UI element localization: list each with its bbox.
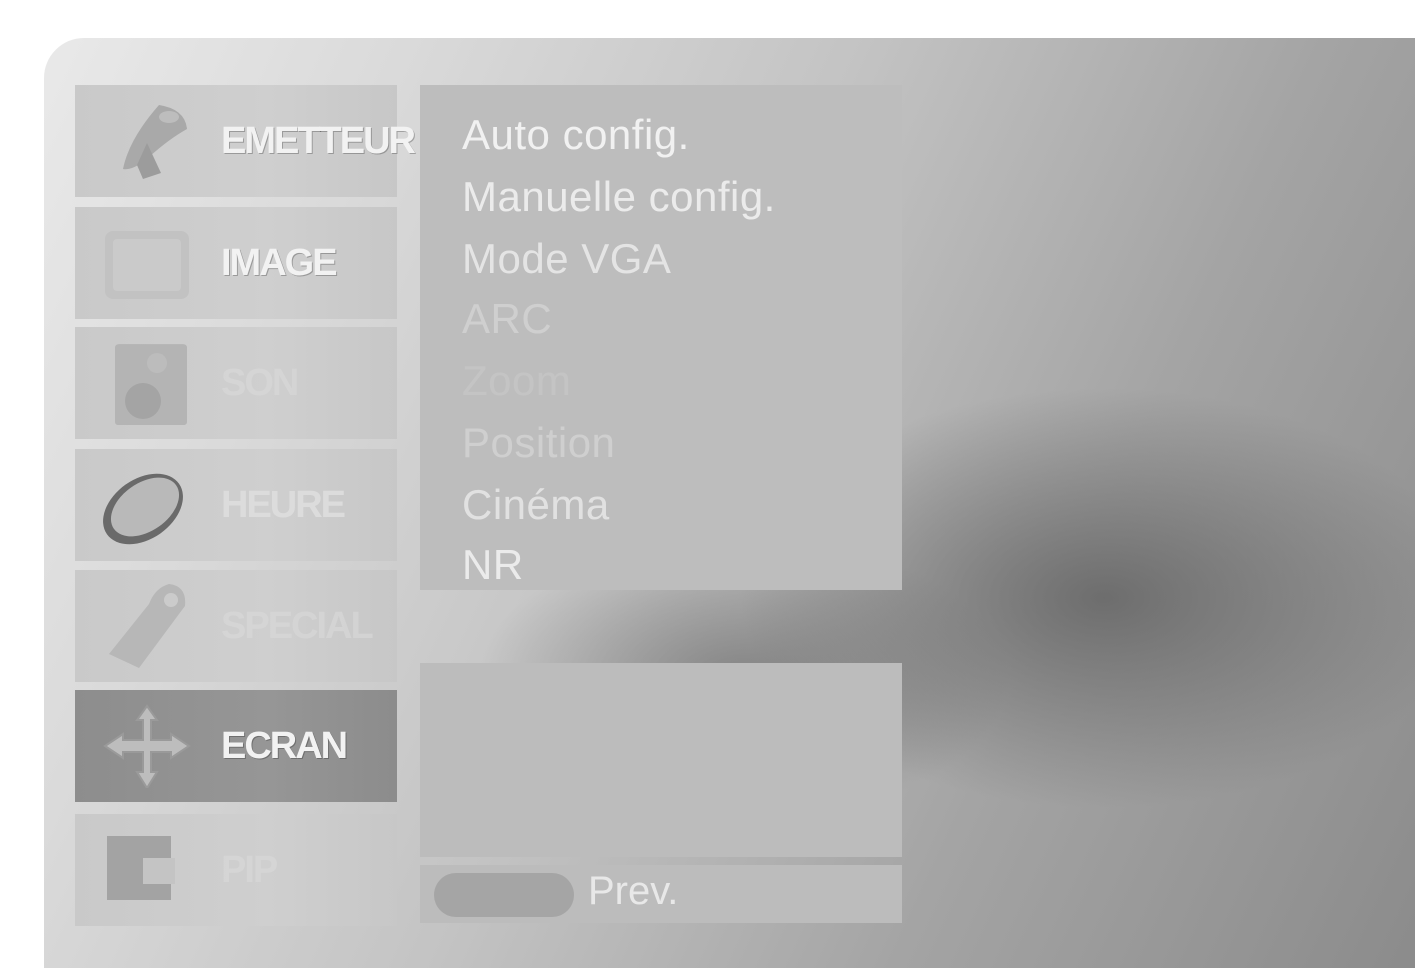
prev-bar[interactable]: Prev. <box>420 865 902 923</box>
clock-icon <box>103 473 183 545</box>
category-label: SPECIAL <box>221 605 374 647</box>
info-panel <box>420 663 902 857</box>
category-label: HEURE <box>221 484 346 526</box>
category-label: ECRAN <box>221 725 348 767</box>
prev-button-icon <box>434 873 574 917</box>
menu-item-cinema[interactable]: Cinéma <box>462 481 610 529</box>
category-son[interactable]: SON <box>75 327 397 439</box>
menu-panel: Auto config. Manuelle config. Mode VGA A… <box>420 85 902 590</box>
picture-icon <box>105 231 189 299</box>
tag-icon <box>109 584 186 668</box>
menu-item-nr[interactable]: NR <box>462 541 524 589</box>
menu-item-auto-config[interactable]: Auto config. <box>462 111 690 159</box>
category-label: PIP <box>221 849 278 891</box>
category-label: SON <box>221 362 299 404</box>
osd-menu: EMETTEUR IMAGE SON HEURE SPECIAL ECRAN P… <box>44 38 1415 968</box>
category-emetteur[interactable]: EMETTEUR <box>75 85 416 197</box>
category-label: IMAGE <box>221 242 338 284</box>
menu-item-manuelle-config[interactable]: Manuelle config. <box>462 173 776 221</box>
category-heure[interactable]: HEURE <box>75 449 397 561</box>
pip-icon <box>107 836 175 900</box>
category-pip[interactable]: PIP <box>75 814 397 926</box>
category-ecran[interactable]: ECRAN <box>75 690 397 802</box>
menu-item-arc[interactable]: ARC <box>462 295 552 343</box>
move-arrows-icon <box>103 704 191 788</box>
satellite-dish-icon <box>123 105 187 179</box>
category-image[interactable]: IMAGE <box>75 207 397 319</box>
menu-item-position[interactable]: Position <box>462 419 615 467</box>
category-label: EMETTEUR <box>221 120 416 162</box>
menu-item-zoom[interactable]: Zoom <box>462 357 571 405</box>
speaker-icon <box>115 344 187 425</box>
menu-item-mode-vga[interactable]: Mode VGA <box>462 235 671 283</box>
prev-label: Prev. <box>588 869 679 913</box>
category-special[interactable]: SPECIAL <box>75 570 397 682</box>
